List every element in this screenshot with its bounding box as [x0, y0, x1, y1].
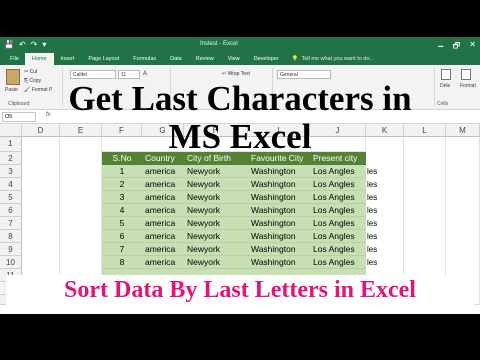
- row-13-strip: [0, 305, 480, 314]
- table-cell[interactable]: 1: [102, 165, 142, 178]
- table-cell[interactable]: 3: [102, 191, 142, 204]
- lightbulb-icon: 💡: [291, 56, 299, 62]
- table-cell[interactable]: 8: [102, 256, 142, 269]
- top-black-bar: [0, 0, 480, 37]
- table-cell[interactable]: Newyork: [184, 165, 248, 178]
- title-line-1: Get Last Characters in: [68, 79, 412, 118]
- save-icon[interactable]: 💾: [4, 40, 14, 49]
- format-cells-icon[interactable]: [461, 69, 471, 80]
- wrap-text-button[interactable]: ↵ Wrap Text: [222, 71, 250, 77]
- row-header-4[interactable]: 4: [0, 178, 22, 191]
- ribbon-tabs: File Home Insert Page Layout Formulas Da…: [0, 53, 480, 65]
- table-cell[interactable]: america: [142, 217, 184, 230]
- row-header-3[interactable]: 3: [0, 165, 22, 178]
- table-cell[interactable]: Washington: [248, 217, 310, 230]
- tab-insert[interactable]: Insert: [54, 53, 82, 65]
- overflow-text[interactable]: les: [366, 217, 377, 230]
- tell-me-box[interactable]: 💡 Tell me what you want to do...: [292, 56, 374, 62]
- maximize-icon[interactable]: 🗗: [453, 40, 461, 54]
- table-cell[interactable]: Newyork: [184, 178, 248, 191]
- tab-view[interactable]: View: [221, 53, 247, 65]
- table-cell[interactable]: 7: [102, 243, 142, 256]
- overflow-text[interactable]: les: [366, 165, 377, 178]
- undo-icon[interactable]: ↶: [19, 40, 26, 49]
- title-bar: 💾 ↶ ↷ ▾ Instest - Excel 🗕 🗗 ✕: [0, 37, 480, 53]
- overflow-text[interactable]: les: [366, 204, 377, 217]
- number-format-select[interactable]: General: [277, 70, 331, 79]
- cut-button[interactable]: ✂ Cut: [24, 69, 37, 75]
- table-cell[interactable]: Washington: [248, 243, 310, 256]
- table-cell[interactable]: Washington: [248, 165, 310, 178]
- table-cell[interactable]: Los Angles: [310, 230, 366, 243]
- table-cell[interactable]: 5: [102, 217, 142, 230]
- table-cell[interactable]: Washington: [248, 178, 310, 191]
- tab-developer[interactable]: Developer: [247, 53, 286, 65]
- table-cell[interactable]: america: [142, 204, 184, 217]
- table-cell[interactable]: Newyork: [184, 191, 248, 204]
- tab-home[interactable]: Home: [24, 53, 54, 65]
- title-line-2: MS Excel: [168, 117, 312, 156]
- row-header-6[interactable]: 6: [0, 204, 22, 217]
- row-header-5[interactable]: 5: [0, 191, 22, 204]
- table-cell[interactable]: Newyork: [184, 204, 248, 217]
- quick-access-toolbar: 💾 ↶ ↷ ▾: [4, 40, 46, 49]
- window-controls: 🗕 🗗 ✕: [438, 40, 476, 54]
- table-cell[interactable]: Los Angles: [310, 165, 366, 178]
- bottom-black-bar: [0, 314, 480, 360]
- overflow-text[interactable]: les: [366, 243, 377, 256]
- table-cell[interactable]: america: [142, 243, 184, 256]
- table-cell[interactable]: 6: [102, 230, 142, 243]
- minimize-icon[interactable]: 🗕: [438, 40, 444, 54]
- table-cell[interactable]: Los Angles: [310, 178, 366, 191]
- table-cell[interactable]: 2: [102, 178, 142, 191]
- table-cell[interactable]: america: [142, 178, 184, 191]
- overflow-text[interactable]: les: [366, 178, 377, 191]
- table-cell[interactable]: Newyork: [184, 243, 248, 256]
- font-size-select[interactable]: 11: [118, 70, 140, 79]
- font-grow-icon[interactable]: A: [143, 71, 147, 77]
- overflow-text[interactable]: les: [366, 191, 377, 204]
- table-cell[interactable]: Washington: [248, 256, 310, 269]
- table-cell[interactable]: america: [142, 191, 184, 204]
- table-cell[interactable]: america: [142, 165, 184, 178]
- row-header-7[interactable]: 7: [0, 217, 22, 230]
- table-cell[interactable]: america: [142, 256, 184, 269]
- table-cell[interactable]: Washington: [248, 204, 310, 217]
- font-name-select[interactable]: Calibri: [70, 70, 116, 79]
- tab-formulas[interactable]: Formulas: [126, 53, 163, 65]
- table-cell[interactable]: Newyork: [184, 217, 248, 230]
- row-header-10[interactable]: 10: [0, 256, 22, 269]
- table-cell[interactable]: 4: [102, 204, 142, 217]
- table-cell[interactable]: Newyork: [184, 230, 248, 243]
- overflow-text[interactable]: les: [366, 230, 377, 243]
- tab-data[interactable]: Data: [163, 53, 189, 65]
- table-cell[interactable]: Washington: [248, 230, 310, 243]
- tab-review[interactable]: Review: [189, 53, 221, 65]
- table-cell[interactable]: america: [142, 230, 184, 243]
- row-header-8[interactable]: 8: [0, 230, 22, 243]
- table-cell[interactable]: Los Angles: [310, 243, 366, 256]
- table-cell[interactable]: Los Angles: [310, 256, 366, 269]
- table-cell[interactable]: Los Angles: [310, 217, 366, 230]
- tab-file[interactable]: File: [4, 53, 25, 65]
- table-cell[interactable]: Los Angles: [310, 191, 366, 204]
- table-cell[interactable]: Washington: [248, 191, 310, 204]
- table-cell[interactable]: Los Angles: [310, 204, 366, 217]
- tab-page-layout[interactable]: Page Layout: [81, 53, 126, 65]
- redo-icon[interactable]: ↷: [31, 40, 38, 49]
- delete-cells-icon[interactable]: [441, 69, 451, 80]
- customize-icon[interactable]: ▾: [42, 40, 46, 49]
- row-header-9[interactable]: 9: [0, 243, 22, 256]
- video-title-overlay: Get Last Characters in MS Excel: [0, 80, 480, 156]
- close-icon[interactable]: ✕: [469, 40, 476, 54]
- tell-me-text: Tell me what you want to do...: [301, 56, 375, 62]
- table-cell[interactable]: Newyork: [184, 256, 248, 269]
- window-title: Instest - Excel: [200, 41, 238, 47]
- video-subtitle-overlay: Sort Data By Last Letters in Excel: [6, 275, 474, 305]
- overflow-text[interactable]: les: [366, 256, 377, 269]
